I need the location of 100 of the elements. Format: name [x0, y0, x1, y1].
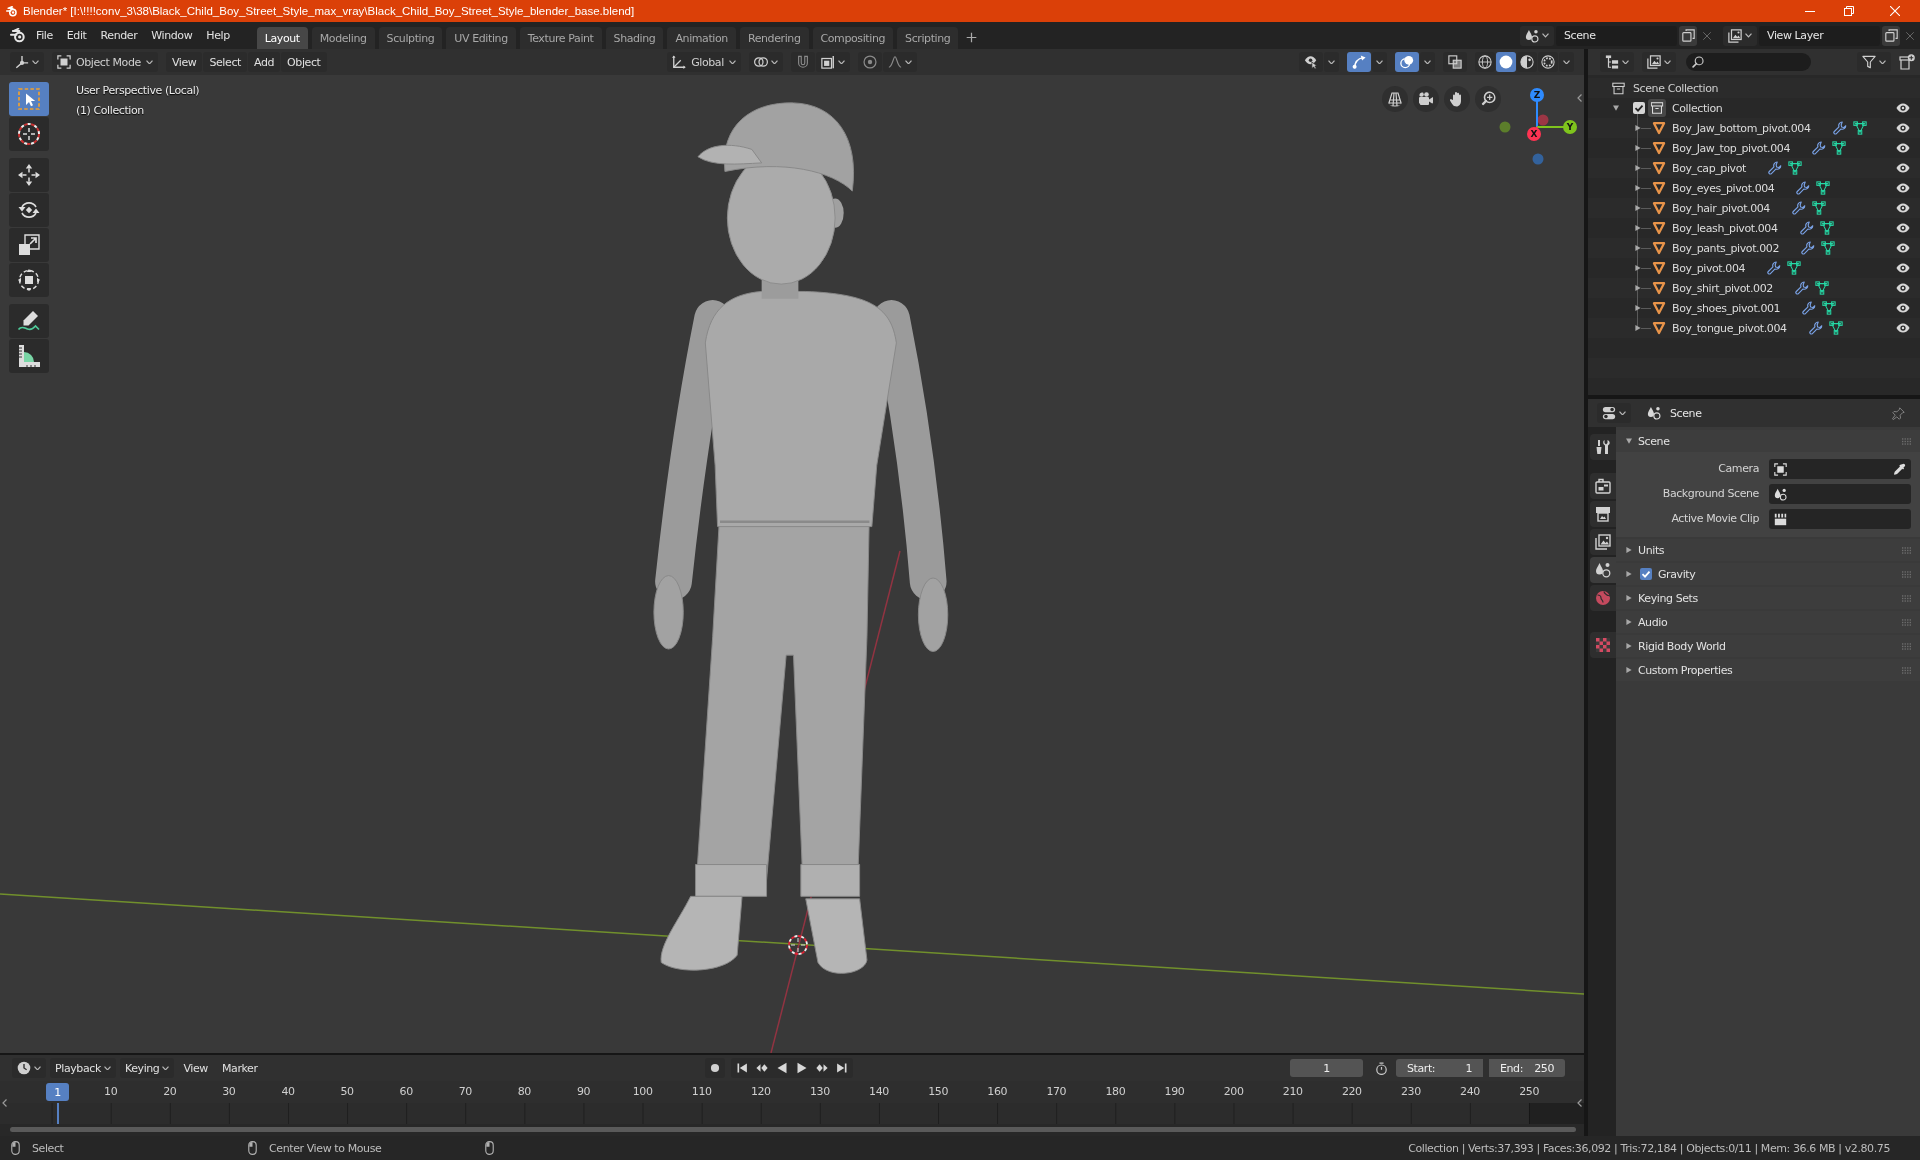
vertex-triangle-icon[interactable]: [1787, 261, 1802, 275]
grip-icon[interactable]: [1902, 666, 1911, 674]
vertex-triangle-icon[interactable]: [1822, 301, 1837, 315]
minimize-icon[interactable]: [1805, 10, 1815, 12]
eye-icon[interactable]: [1896, 143, 1910, 153]
vertex-triangle-icon[interactable]: [1811, 201, 1826, 215]
checkbox[interactable]: [1640, 568, 1652, 580]
restore-icon[interactable]: [1844, 6, 1854, 16]
pivot-dropdown[interactable]: [748, 52, 783, 72]
editor-type-dropdown[interactable]: [1597, 403, 1631, 423]
step-back-icon[interactable]: [755, 1062, 768, 1074]
wrench-icon[interactable]: [1796, 181, 1811, 195]
grip-icon[interactable]: [1902, 594, 1911, 602]
properties-tab[interactable]: [1590, 557, 1616, 583]
menu-item[interactable]: View: [178, 1058, 213, 1078]
menu-item[interactable]: Render: [93, 25, 145, 46]
scene-name-field[interactable]: Scene: [1556, 25, 1677, 46]
options-dropdown[interactable]: [1420, 52, 1435, 72]
snap-target-dropdown[interactable]: [815, 52, 850, 72]
shading-mode-button[interactable]: [1475, 52, 1495, 72]
menu-item[interactable]: View: [165, 52, 203, 72]
eye-icon[interactable]: [1896, 323, 1910, 333]
select-box-tool[interactable]: [9, 82, 49, 116]
play-icon[interactable]: [795, 1062, 808, 1074]
eyedropper-icon[interactable]: [1893, 462, 1906, 476]
hand-icon[interactable]: [1444, 86, 1470, 112]
disclosure-triangle-icon[interactable]: [1635, 185, 1641, 191]
disclosure-triangle-icon[interactable]: [1635, 265, 1641, 271]
menu-item[interactable]: File: [29, 25, 60, 46]
properties-tab[interactable]: [1590, 529, 1616, 555]
vertex-triangle-icon[interactable]: [1821, 241, 1835, 255]
start-frame-field[interactable]: Start: 1: [1396, 1059, 1483, 1077]
menu-dropdown[interactable]: Keying: [119, 1058, 175, 1078]
menu-item[interactable]: Help: [199, 25, 237, 46]
menu-item[interactable]: Marker: [216, 1058, 263, 1078]
close-icon[interactable]: [1905, 30, 1915, 41]
cursor-tool[interactable]: [9, 117, 49, 151]
wrench-icon[interactable]: [1767, 161, 1782, 175]
properties-tab[interactable]: [1590, 434, 1616, 460]
eye-icon[interactable]: [1896, 203, 1910, 213]
scene-field[interactable]: [1769, 484, 1911, 504]
vertex-triangle-icon[interactable]: [1814, 281, 1829, 295]
end-frame-field[interactable]: End: 250: [1489, 1059, 1565, 1077]
wrench-icon[interactable]: [1832, 121, 1847, 135]
workspace-tab[interactable]: Texture Paint: [519, 27, 602, 49]
negative-axis-handle[interactable]: [1499, 121, 1511, 133]
view-layer-dropdown[interactable]: [1723, 25, 1757, 46]
axis-handle[interactable]: Z: [1530, 88, 1544, 128]
shading-options-dropdown[interactable]: [1559, 52, 1574, 72]
workspace-tab[interactable]: Animation: [667, 27, 736, 49]
scrollbar[interactable]: [10, 1127, 1576, 1132]
visibility-toggle[interactable]: [1299, 52, 1323, 72]
menu-item[interactable]: Object: [281, 52, 327, 72]
playhead[interactable]: 1: [46, 1083, 69, 1101]
workspace-tab[interactable]: Shading: [605, 27, 664, 49]
disclosure-triangle-icon[interactable]: [1635, 285, 1641, 291]
wrench-icon[interactable]: [1799, 221, 1814, 235]
menu-item[interactable]: Add: [247, 52, 281, 72]
disclosure-triangle-icon[interactable]: [1635, 145, 1641, 151]
object-name[interactable]: Boy_leash_pivot.004: [1672, 221, 1778, 235]
eye-icon[interactable]: [1896, 123, 1910, 133]
checkbox[interactable]: [1633, 102, 1645, 114]
filter-dropdown[interactable]: [1857, 52, 1891, 72]
grid-icon[interactable]: [1382, 86, 1408, 112]
workspace-tab[interactable]: UV Editing: [446, 27, 516, 49]
wrench-icon[interactable]: [1808, 321, 1823, 335]
object-name[interactable]: Boy_tongue_pivot.004: [1672, 321, 1787, 335]
chevron-left-icon[interactable]: [1577, 94, 1582, 102]
logo-icon[interactable]: [10, 28, 25, 43]
measure-tool[interactable]: [9, 339, 49, 373]
vertex-triangle-icon[interactable]: [1816, 181, 1831, 195]
negative-axis-handle[interactable]: [1537, 114, 1549, 126]
properties-tab[interactable]: [1590, 473, 1616, 499]
menu-dropdown[interactable]: Playback: [50, 1058, 116, 1078]
falloff-dropdown[interactable]: [882, 52, 917, 72]
movie-clip-field[interactable]: [1769, 509, 1911, 529]
shading-mode-button[interactable]: [1496, 52, 1516, 72]
skip-to-end-icon[interactable]: [835, 1062, 848, 1074]
view-layer-dropdown[interactable]: [1642, 52, 1676, 72]
disclosure-triangle-icon[interactable]: [1635, 305, 1641, 311]
object-name[interactable]: Boy_cap_pivot: [1672, 161, 1746, 175]
magnifier-plus-icon[interactable]: [1475, 86, 1501, 112]
wrench-icon[interactable]: [1791, 201, 1806, 215]
current-frame-field[interactable]: 1: [1290, 1059, 1363, 1077]
play-reverse-icon[interactable]: [775, 1062, 788, 1074]
orientation-dropdown[interactable]: Global: [667, 52, 741, 72]
properties-tab[interactable]: [1590, 501, 1616, 527]
vertex-triangle-icon[interactable]: [1852, 121, 1867, 135]
eye-icon[interactable]: [1896, 103, 1910, 113]
rotate-tool[interactable]: [9, 193, 49, 227]
eye-icon[interactable]: [1896, 163, 1910, 173]
menu-item[interactable]: Edit: [59, 25, 94, 46]
vertex-triangle-icon[interactable]: [1828, 321, 1843, 335]
cursor-crosshair-icon[interactable]: [788, 935, 808, 955]
wrench-icon[interactable]: [1767, 261, 1782, 275]
axis-handle[interactable]: X: [1527, 126, 1541, 141]
eye-icon[interactable]: [1896, 283, 1910, 293]
workspace-tab[interactable]: Scripting: [897, 27, 959, 49]
vertex-triangle-icon[interactable]: [1787, 161, 1802, 175]
wrench-icon[interactable]: [1812, 141, 1826, 155]
